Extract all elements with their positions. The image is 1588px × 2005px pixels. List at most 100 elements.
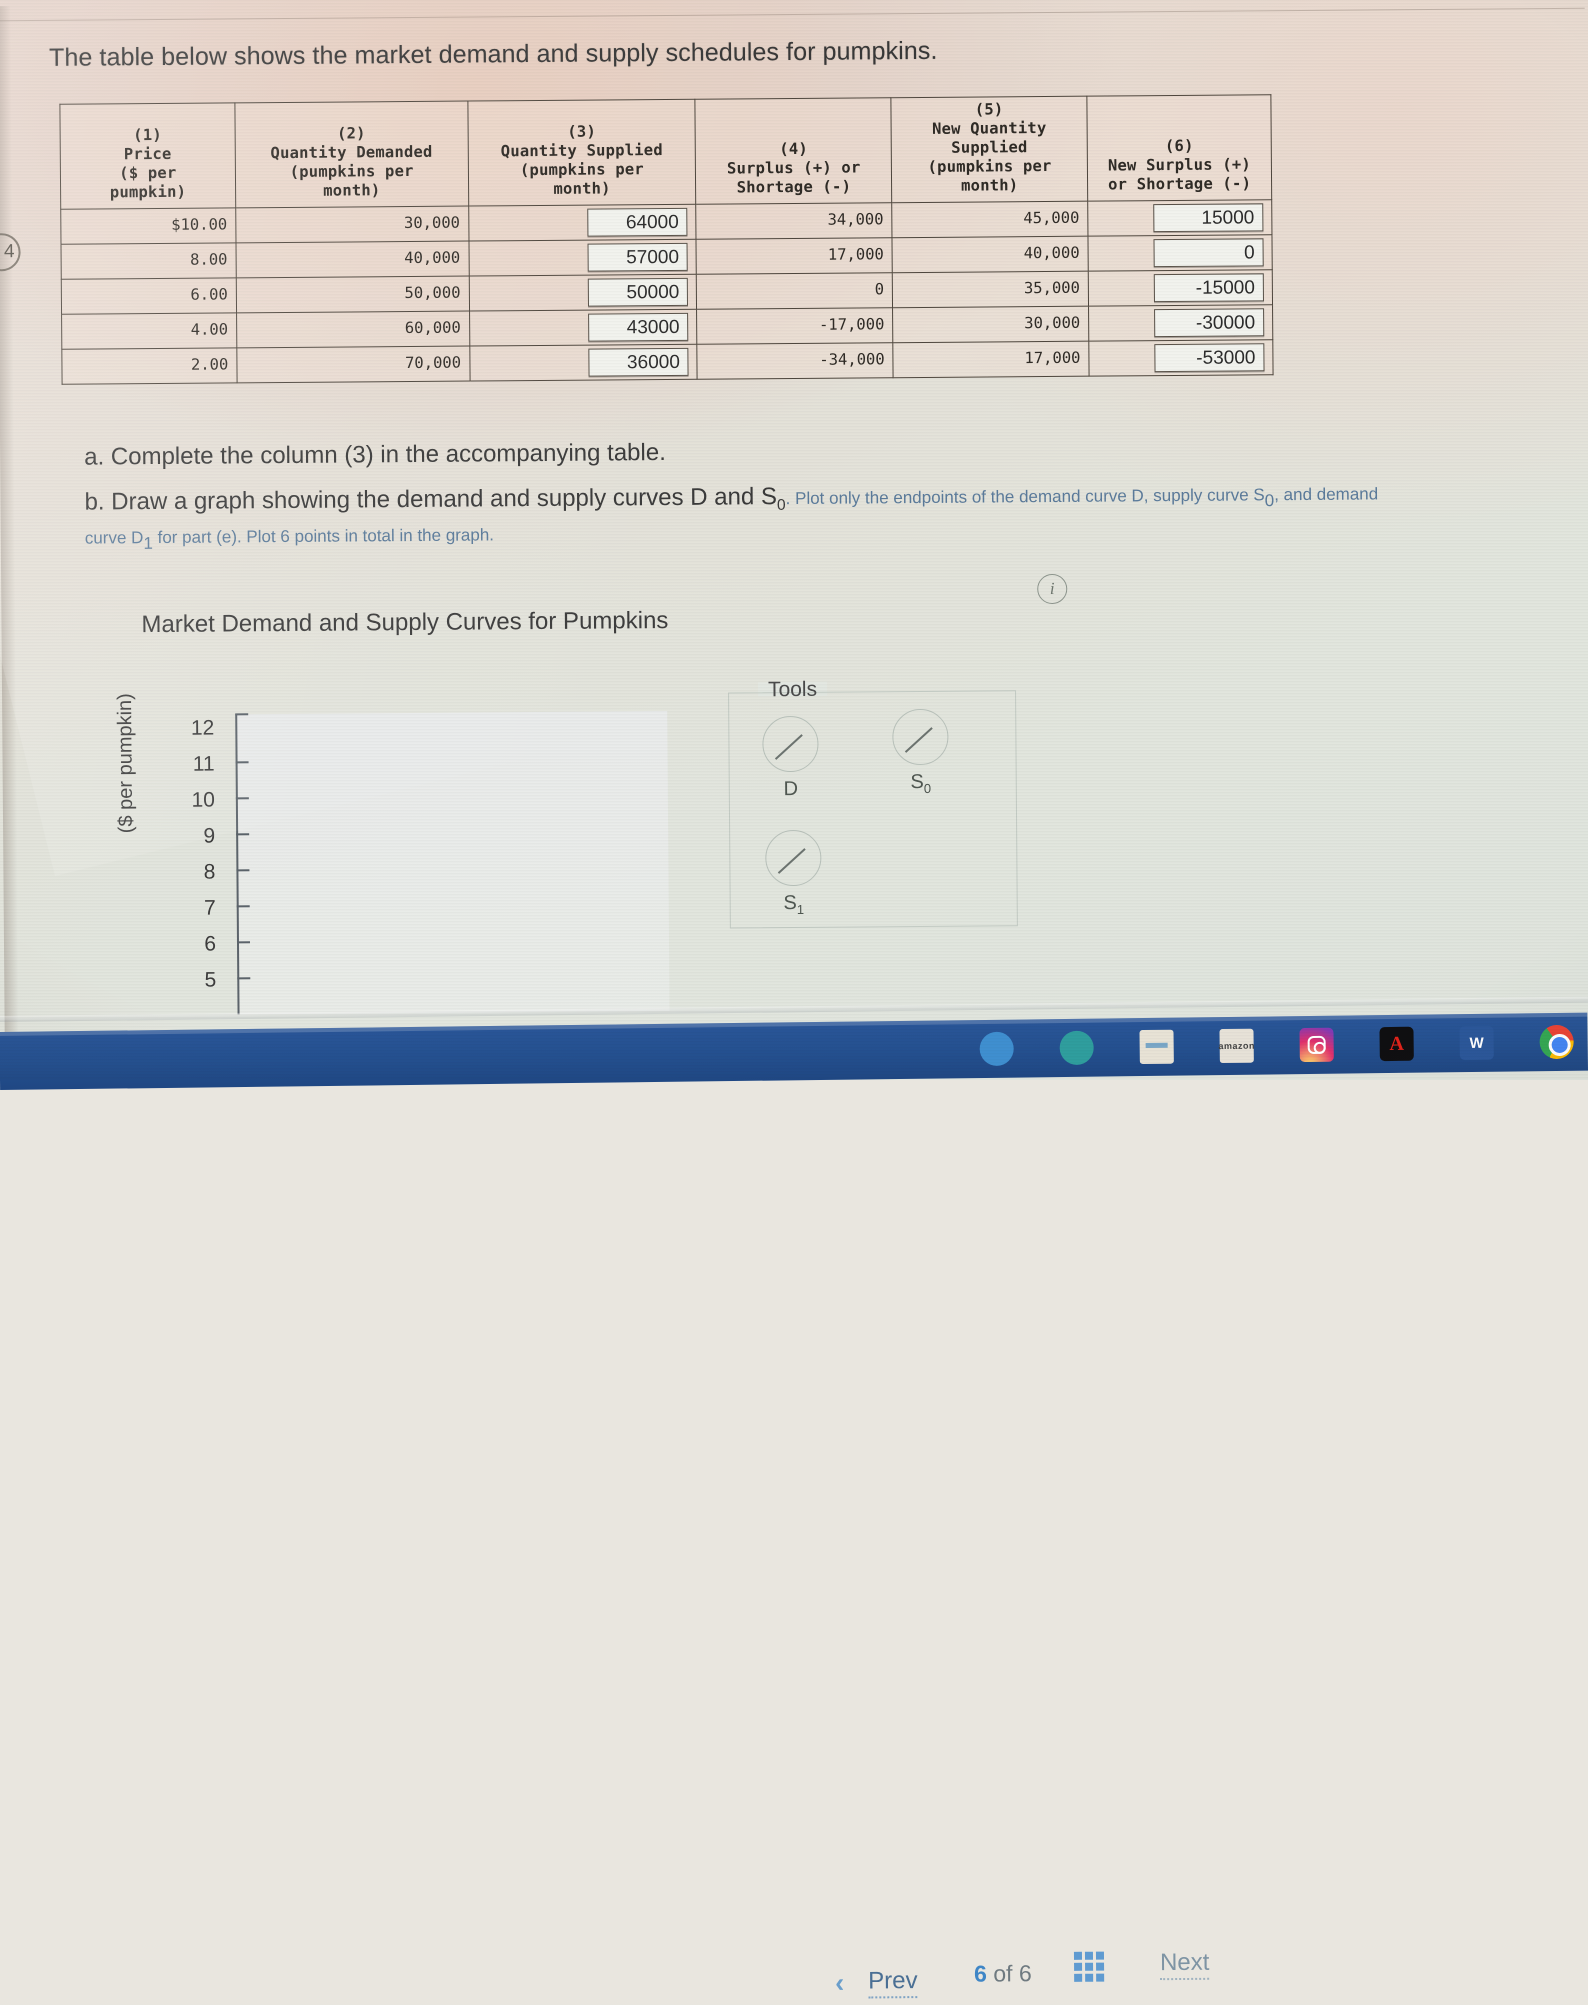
info-icon[interactable]: i bbox=[1037, 573, 1068, 605]
y-tick-mark-6 bbox=[236, 941, 250, 944]
cell-price: 8.00 bbox=[60, 242, 237, 279]
line-segment-icon bbox=[765, 829, 822, 887]
quantity-supplied-input[interactable]: 43000 bbox=[588, 312, 689, 342]
page-counter-current: 6 bbox=[974, 1960, 988, 1987]
screen-top-edge bbox=[0, 7, 1585, 22]
graph-title: Market Demand and Supply Curves for Pump… bbox=[141, 606, 669, 639]
quantity-supplied-input[interactable]: 50000 bbox=[588, 277, 689, 307]
tool-supply-curve-s0[interactable]: S0 bbox=[892, 708, 949, 796]
column-header-price: (1) Price ($ per pumpkin) bbox=[59, 102, 236, 209]
cell-quantity-demanded: 60,000 bbox=[236, 310, 470, 348]
cell-quantity-demanded: 30,000 bbox=[235, 205, 469, 243]
prev-button[interactable]: Prev bbox=[868, 1967, 918, 1999]
cell-price: 4.00 bbox=[61, 312, 237, 349]
margin-question-number: 4 bbox=[0, 233, 21, 272]
y-tick-label-8: 8 bbox=[203, 860, 216, 884]
cell-surplus-shortage: -34,000 bbox=[697, 342, 894, 379]
taskbar-app-icon-instagram[interactable] bbox=[1299, 1027, 1334, 1063]
prompt-b-detail-2: , and demand bbox=[1274, 484, 1379, 505]
cell-price: 6.00 bbox=[61, 277, 237, 314]
line-segment-icon bbox=[762, 715, 819, 773]
cell-price: $10.00 bbox=[60, 207, 236, 244]
grid-view-icon[interactable] bbox=[1073, 1951, 1105, 1982]
taskbar-app-icon-acrobat[interactable]: A bbox=[1379, 1026, 1414, 1062]
next-button[interactable]: Next bbox=[1159, 1948, 1210, 1981]
axis-top-cap bbox=[235, 713, 249, 716]
quantity-supplied-input[interactable]: 36000 bbox=[588, 347, 689, 377]
new-surplus-input[interactable]: -30000 bbox=[1154, 307, 1265, 337]
column-header-surplus-shortage: (4) Surplus (+) or Shortage (-) bbox=[695, 97, 892, 204]
page-counter-of: of bbox=[993, 1960, 1013, 1987]
y-tick-label-6: 6 bbox=[204, 932, 217, 956]
cell-new-surplus-input[interactable]: -53000 bbox=[1088, 339, 1274, 376]
tools-panel-legend: Tools bbox=[760, 678, 825, 703]
taskbar-app-icon-globe[interactable] bbox=[1059, 1030, 1094, 1066]
cell-quantity-demanded: 50,000 bbox=[236, 275, 470, 313]
cell-new-surplus-input[interactable]: 15000 bbox=[1087, 199, 1272, 236]
new-surplus-input[interactable]: -53000 bbox=[1154, 342, 1265, 372]
table-header-row: (1) Price ($ per pumpkin) (2) Quantity D… bbox=[59, 94, 1272, 209]
tool-supply-curve-s1[interactable]: S1 bbox=[765, 829, 822, 917]
column-header-quantity-supplied: (3) Quantity Supplied (pumpkins per mont… bbox=[467, 99, 697, 206]
cell-new-quantity-supplied: 30,000 bbox=[892, 305, 1089, 343]
cell-surplus-shortage: 0 bbox=[696, 272, 893, 309]
cell-quantity-supplied-input[interactable]: 57000 bbox=[468, 238, 697, 276]
cell-surplus-shortage: 34,000 bbox=[696, 202, 893, 239]
schedule-table-wrapper: (1) Price ($ per pumpkin) (2) Quantity D… bbox=[59, 94, 1274, 385]
taskbar-app-icon-folder[interactable] bbox=[1139, 1029, 1174, 1065]
cell-quantity-supplied-input[interactable]: 36000 bbox=[469, 343, 698, 381]
y-axis-label: ($ per pumpkin) bbox=[114, 693, 138, 834]
prompt-b-detail-subscript: 0 bbox=[1264, 491, 1275, 511]
new-surplus-input[interactable]: -15000 bbox=[1153, 272, 1264, 302]
y-tick-label-7: 7 bbox=[203, 896, 216, 920]
cell-new-quantity-supplied: 17,000 bbox=[893, 340, 1090, 378]
cell-new-quantity-supplied: 45,000 bbox=[891, 200, 1089, 238]
column-header-quantity-demanded: (2) Quantity Demanded (pumpkins per mont… bbox=[234, 101, 469, 208]
prompt-part-b: b. Draw a graph showing the demand and s… bbox=[84, 476, 1524, 555]
line-segment-icon bbox=[892, 708, 949, 766]
taskbar-app-icon-amazon[interactable]: amazon bbox=[1218, 1028, 1255, 1064]
y-tick-mark-9 bbox=[236, 833, 250, 836]
cell-new-surplus-input[interactable]: -15000 bbox=[1088, 269, 1273, 306]
cell-new-quantity-supplied: 35,000 bbox=[892, 270, 1089, 308]
intro-text: The table below shows the market demand … bbox=[48, 36, 938, 72]
cell-quantity-supplied-input[interactable]: 50000 bbox=[468, 273, 697, 311]
prompt-b-main: b. Draw a graph showing the demand and s… bbox=[84, 483, 778, 516]
chevron-left-icon[interactable]: ‹ bbox=[835, 1968, 844, 1999]
y-tick-mark-10 bbox=[235, 797, 249, 800]
prompt-b-main-subscript: 0 bbox=[776, 496, 786, 514]
column-header-new-quantity-supplied: (5) New Quantity Supplied (pumpkins per … bbox=[891, 96, 1088, 203]
y-tick-label-11: 11 bbox=[192, 752, 215, 776]
tool-label-d: D bbox=[783, 777, 799, 801]
quantity-supplied-input[interactable]: 64000 bbox=[587, 207, 688, 237]
cell-new-quantity-supplied: 40,000 bbox=[892, 235, 1089, 273]
cell-quantity-demanded: 70,000 bbox=[236, 345, 470, 383]
screen-left-edge bbox=[0, 6, 19, 1037]
taskbar-app-icon-browser[interactable] bbox=[979, 1031, 1014, 1067]
taskbar-app-icon-chrome[interactable] bbox=[1539, 1024, 1574, 1060]
page-counter-total: 6 bbox=[1018, 1960, 1032, 1987]
cell-new-surplus-input[interactable]: 0 bbox=[1088, 234, 1273, 271]
y-tick-label-10: 10 bbox=[191, 788, 215, 812]
tool-demand-curve[interactable]: D bbox=[762, 715, 819, 801]
column-header-new-surplus-shortage: (6) New Surplus (+) or Shortage (-) bbox=[1086, 94, 1272, 201]
cell-quantity-supplied-input[interactable]: 43000 bbox=[469, 308, 698, 346]
page-counter: 6 of 6 bbox=[974, 1960, 1032, 1987]
market-schedule-table: (1) Price ($ per pumpkin) (2) Quantity D… bbox=[59, 94, 1274, 385]
y-tick-mark-8 bbox=[236, 869, 250, 872]
new-surplus-input[interactable]: 0 bbox=[1153, 237, 1264, 267]
cell-quantity-supplied-input[interactable]: 64000 bbox=[468, 203, 697, 241]
quantity-supplied-input[interactable]: 57000 bbox=[587, 242, 689, 272]
prompt-b-line2-subscript: 1 bbox=[143, 533, 153, 553]
y-tick-mark-7 bbox=[236, 905, 250, 908]
new-surplus-input[interactable]: 15000 bbox=[1153, 202, 1264, 232]
cell-new-surplus-input[interactable]: -30000 bbox=[1088, 304, 1273, 341]
cell-surplus-shortage: -17,000 bbox=[696, 307, 894, 344]
prompt-b-line2-a: curve D bbox=[84, 527, 144, 548]
cell-price: 2.00 bbox=[61, 347, 237, 384]
prompt-b-line2-b: for part (e). Plot 6 points in total in … bbox=[152, 525, 495, 547]
y-tick-label-9: 9 bbox=[203, 824, 216, 848]
y-tick-label-12: 12 bbox=[190, 716, 215, 740]
y-tick-mark-11 bbox=[235, 761, 249, 764]
taskbar-app-icon-word[interactable]: W bbox=[1459, 1025, 1494, 1061]
